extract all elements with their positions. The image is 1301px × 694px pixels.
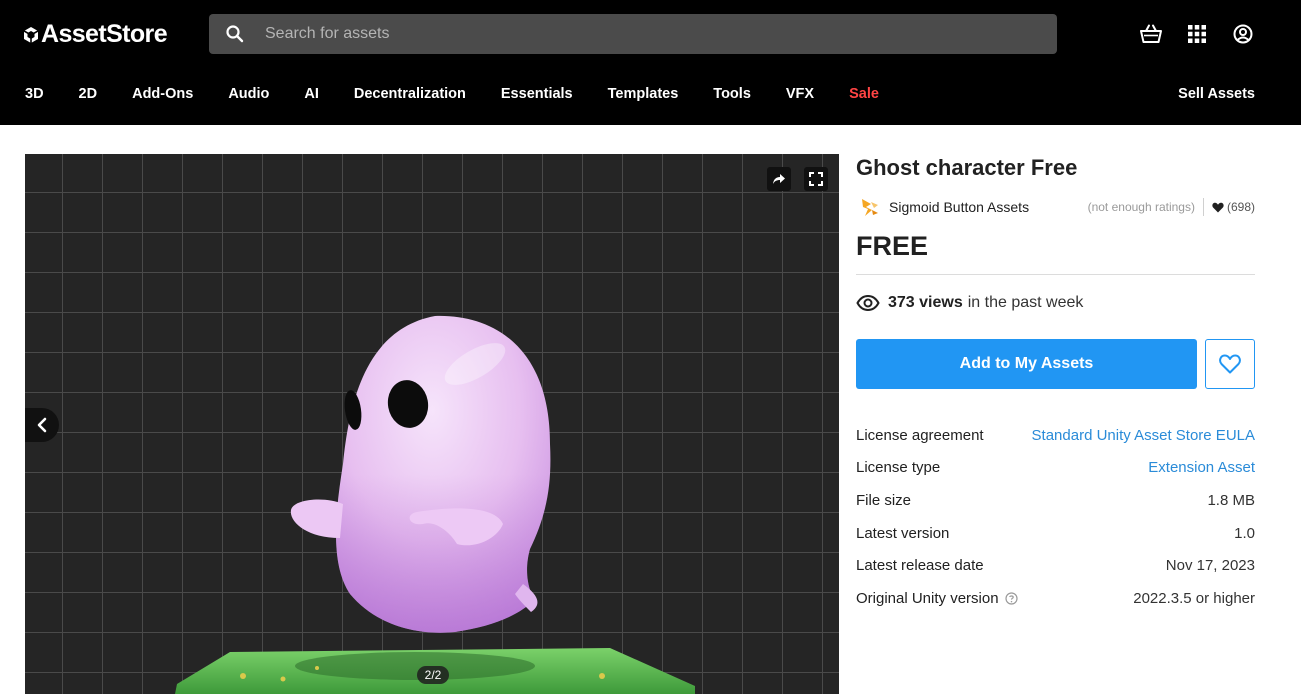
meta-label-with-help: Original Unity version bbox=[856, 590, 1018, 607]
ghost-character-image bbox=[175, 315, 695, 694]
action-buttons: Add to My Assets bbox=[856, 339, 1255, 389]
nav-item-2d[interactable]: 2D bbox=[79, 86, 98, 102]
search-bar[interactable] bbox=[209, 14, 1057, 54]
meta-label: Latest version bbox=[856, 524, 950, 542]
sell-assets-link[interactable]: Sell Assets bbox=[1178, 86, 1255, 102]
help-icon[interactable] bbox=[1004, 592, 1018, 605]
favorites-count-text: (698) bbox=[1226, 200, 1255, 214]
nav-item-sale[interactable]: Sale bbox=[849, 86, 879, 102]
chevron-left-icon bbox=[37, 417, 47, 433]
account-icon[interactable] bbox=[1231, 22, 1255, 46]
publisher-row: Sigmoid Button Assets (not enough rating… bbox=[856, 195, 1255, 219]
meta-row-original-unity-version: Original Unity version 2022.3.5 or highe… bbox=[856, 582, 1255, 615]
nav-item-templates[interactable]: Templates bbox=[608, 86, 679, 102]
meta-value: 1.8 MB bbox=[1207, 491, 1255, 509]
meta-label: Latest release date bbox=[856, 557, 984, 575]
asset-store-logo[interactable]: AssetStore bbox=[24, 20, 168, 49]
meta-row-license-type: License type Extension Asset bbox=[856, 452, 1255, 485]
meta-row-file-size: File size 1.8 MB bbox=[856, 484, 1255, 517]
nav-item-essentials[interactable]: Essentials bbox=[501, 86, 573, 102]
fullscreen-icon bbox=[809, 172, 823, 186]
views-count: 373 views bbox=[888, 294, 963, 311]
meta-label: License type bbox=[856, 459, 941, 477]
meta-label: File size bbox=[856, 491, 912, 509]
wishlist-button[interactable] bbox=[1205, 339, 1255, 389]
fullscreen-button[interactable] bbox=[804, 167, 828, 191]
divider bbox=[1202, 198, 1204, 216]
nav-item-ai[interactable]: AI bbox=[304, 86, 319, 102]
unity-logo-icon bbox=[24, 26, 38, 43]
meta-row-latest-release-date: Latest release date Nov 17, 2023 bbox=[856, 549, 1255, 582]
share-button[interactable] bbox=[767, 167, 791, 191]
price: FREE bbox=[856, 231, 1255, 275]
nav-item-3d[interactable]: 3D bbox=[25, 86, 44, 102]
cart-icon[interactable] bbox=[1139, 22, 1163, 46]
add-to-my-assets-button[interactable]: Add to My Assets bbox=[856, 339, 1197, 389]
ratings-text: (not enough ratings) bbox=[1087, 200, 1195, 214]
publisher-logo-icon[interactable] bbox=[859, 196, 881, 218]
category-nav: 3D 2D Add-Ons Audio AI Decentralization … bbox=[25, 86, 914, 102]
nav-item-audio[interactable]: Audio bbox=[228, 86, 269, 102]
publisher-name-link[interactable]: Sigmoid Button Assets bbox=[889, 199, 1029, 215]
meta-value: 1.0 bbox=[1234, 524, 1255, 542]
meta-label: License agreement bbox=[856, 426, 984, 444]
asset-meta-table: License agreement Standard Unity Asset S… bbox=[856, 419, 1255, 615]
eye-icon bbox=[856, 294, 880, 312]
favorites-count: (698) bbox=[1212, 200, 1255, 214]
product-details: Ghost character Free Sigmoid Button Asse… bbox=[856, 154, 1255, 615]
meta-value: 2022.3.5 or higher bbox=[1133, 589, 1255, 607]
nav-item-decentralization[interactable]: Decentralization bbox=[354, 86, 466, 102]
image-counter: 2/2 bbox=[417, 666, 449, 684]
views-suffix: in the past week bbox=[967, 294, 1084, 311]
heart-filled-icon bbox=[1212, 202, 1224, 212]
license-agreement-link[interactable]: Standard Unity Asset Store EULA bbox=[1032, 427, 1255, 444]
apps-grid-icon[interactable] bbox=[1185, 22, 1209, 46]
license-type-link[interactable]: Extension Asset bbox=[1148, 459, 1255, 476]
search-icon[interactable] bbox=[225, 24, 245, 44]
top-header: AssetStore Search for assets 3D 2D Add-O… bbox=[0, 0, 1301, 125]
search-input[interactable] bbox=[265, 25, 1025, 43]
product-title: Ghost character Free bbox=[856, 155, 1078, 180]
meta-row-license-agreement: License agreement Standard Unity Asset S… bbox=[856, 419, 1255, 452]
heart-outline-icon bbox=[1219, 354, 1241, 374]
meta-value: Nov 17, 2023 bbox=[1165, 557, 1255, 575]
meta-label: Original Unity version bbox=[856, 589, 999, 607]
share-icon bbox=[773, 174, 785, 184]
previous-image-button[interactable] bbox=[25, 408, 59, 442]
meta-row-latest-version: Latest version 1.0 bbox=[856, 517, 1255, 550]
nav-item-vfx[interactable]: VFX bbox=[786, 86, 814, 102]
views-row: 373 views in the past week bbox=[856, 291, 1255, 315]
nav-item-tools[interactable]: Tools bbox=[713, 86, 751, 102]
media-viewer[interactable]: 2/2 bbox=[25, 154, 839, 694]
nav-item-add-ons[interactable]: Add-Ons bbox=[132, 86, 193, 102]
logo-text: AssetStore bbox=[41, 20, 168, 48]
